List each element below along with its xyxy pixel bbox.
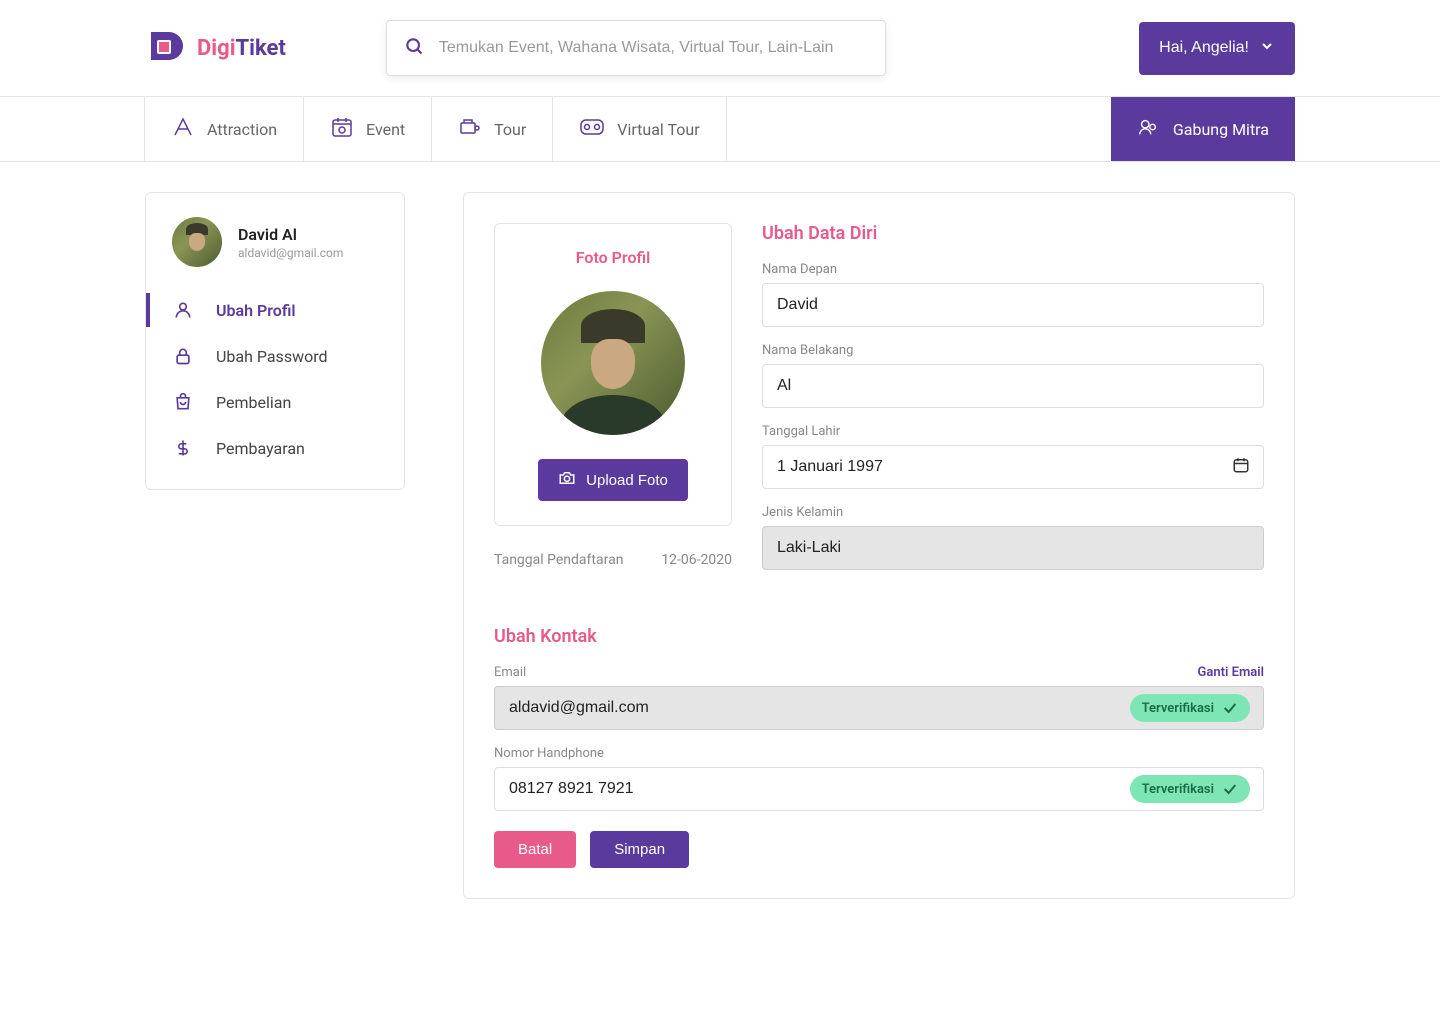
email-label: Email [494,665,526,680]
nav-bar: Attraction Event Tour Virtual Tour Gabun… [0,96,1440,162]
nav-cta-label: Gabung Mitra [1173,120,1269,139]
sidebar-item-pembelian[interactable]: Pembelian [146,379,404,425]
last-name-label: Nama Belakang [762,343,1264,358]
sidebar-item-ubah-password[interactable]: Ubah Password [146,333,404,379]
lock-icon [172,346,194,366]
avatar [172,217,222,267]
photo-title: Foto Profil [515,248,711,267]
user-icon [172,300,194,320]
nav-label: Event [366,120,405,139]
profile-photo [541,291,685,435]
attraction-icon [171,115,195,143]
camera-icon [558,469,576,491]
nav-event[interactable]: Event [303,97,432,161]
verified-badge: Terverifikasi [1130,775,1250,803]
nav-tour[interactable]: Tour [431,97,553,161]
sidebar: David Al aldavid@gmail.com Ubah Profil U… [145,192,405,490]
phone-label: Nomor Handphone [494,746,1264,761]
logo[interactable]: DigiTiket [145,26,286,70]
user-menu-button[interactable]: Hai, Angelia! [1139,22,1295,75]
search-input[interactable] [386,20,886,76]
cancel-button[interactable]: Batal [494,831,576,868]
nav-label: Tour [494,120,526,139]
nav-attraction[interactable]: Attraction [144,97,304,161]
gender-label: Jenis Kelamin [762,505,1264,520]
sidebar-user: David Al aldavid@gmail.com [146,193,404,287]
vr-icon [579,118,605,140]
chevron-down-icon [1259,38,1275,59]
form-personal: Ubah Data Diri Nama Depan Nama Belakang … [762,223,1264,586]
nav-virtual-tour[interactable]: Virtual Tour [552,97,726,161]
sidebar-item-label: Pembelian [216,393,291,412]
button-row: Batal Simpan [494,831,1264,868]
tour-icon [458,115,482,143]
section-title-personal: Ubah Data Diri [762,223,1264,244]
verified-label: Terverifikasi [1142,701,1214,716]
photo-card: Foto Profil Upload Foto [494,223,732,526]
registration-date: 12-06-2020 [661,552,732,568]
registration-label: Tanggal Pendaftaran [494,552,623,568]
section-title-contact: Ubah Kontak [494,626,1264,647]
check-icon [1222,781,1238,797]
sidebar-item-label: Ubah Profil [216,301,296,320]
calendar-icon[interactable] [1232,456,1250,478]
dob-field[interactable] [762,445,1264,489]
check-icon [1222,700,1238,716]
partner-icon [1137,116,1159,142]
user-greeting: Hai, Angelia! [1159,39,1249,57]
bag-icon [172,392,194,412]
first-name-label: Nama Depan [762,262,1264,277]
registration-row: Tanggal Pendaftaran 12-06-2020 [494,552,732,568]
first-name-field[interactable] [762,283,1264,327]
nav-gabung-mitra[interactable]: Gabung Mitra [1111,97,1295,161]
gender-field[interactable] [762,526,1264,570]
header: DigiTiket Hai, Angelia! [0,0,1440,96]
change-email-link[interactable]: Ganti Email [1198,665,1264,680]
sidebar-item-label: Ubah Password [216,347,328,366]
verified-badge: Terverifikasi [1130,694,1250,722]
last-name-field[interactable] [762,364,1264,408]
verified-label: Terverifikasi [1142,782,1214,797]
user-email: aldavid@gmail.com [238,246,343,260]
dollar-icon [172,438,194,458]
upload-label: Upload Foto [586,472,668,489]
save-button[interactable]: Simpan [590,831,689,868]
logo-text: DigiTiket [197,36,286,61]
nav-label: Attraction [207,120,277,139]
content: David Al aldavid@gmail.com Ubah Profil U… [0,162,1440,949]
search-wrap [386,20,886,76]
user-name: David Al [238,225,343,244]
upload-photo-button[interactable]: Upload Foto [538,459,688,501]
sidebar-item-ubah-profil[interactable]: Ubah Profil [146,287,404,333]
event-icon [330,115,354,143]
form-contact: Ubah Kontak Email Ganti Email Terverifik… [494,626,1264,868]
main-panel: Foto Profil Upload Foto Tanggal Pendafta… [463,192,1295,899]
sidebar-item-label: Pembayaran [216,439,305,458]
search-icon [404,36,424,60]
logo-icon [145,26,189,70]
sidebar-menu: Ubah Profil Ubah Password Pembelian Pemb… [146,287,404,471]
nav-label: Virtual Tour [617,120,699,139]
dob-label: Tanggal Lahir [762,424,1264,439]
sidebar-item-pembayaran[interactable]: Pembayaran [146,425,404,471]
